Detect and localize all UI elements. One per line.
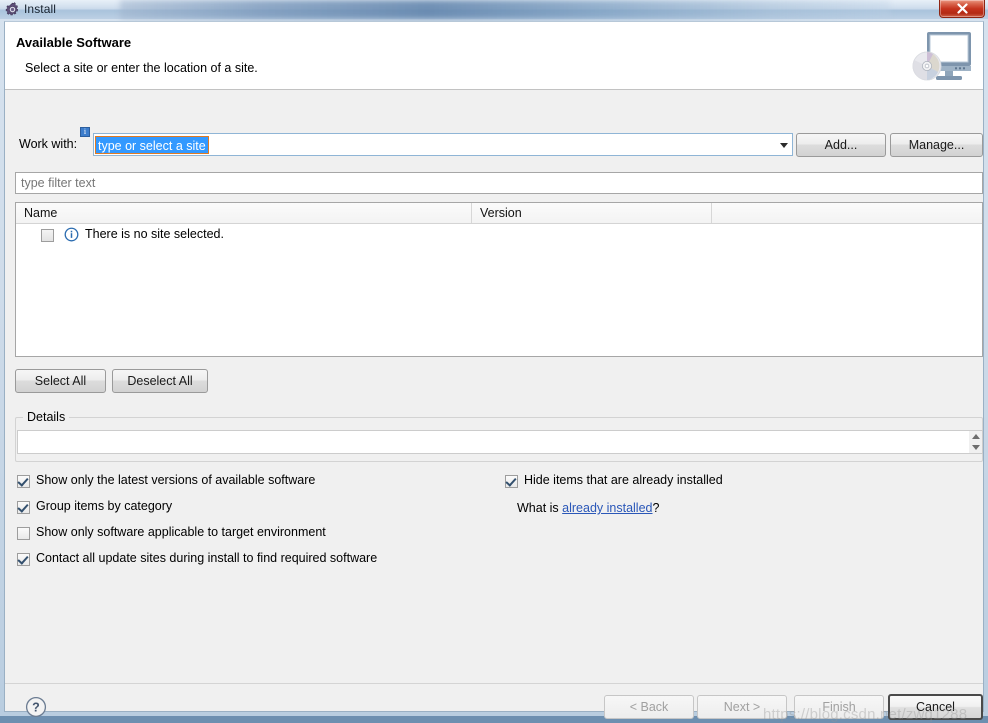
footer-divider [5, 683, 983, 684]
option-label: Show only software applicable to target … [36, 525, 326, 539]
column-header-extra[interactable] [711, 203, 982, 223]
checkbox[interactable] [17, 501, 30, 514]
scroll-down-icon[interactable] [972, 445, 980, 450]
checkbox[interactable] [17, 527, 30, 540]
what-is-prefix: What is [517, 501, 563, 515]
table-header-row: Name Version [16, 203, 982, 224]
monitor-cd-icon [905, 28, 975, 86]
install-dialog-window: Install Available Software Select a site… [0, 0, 988, 723]
help-button[interactable]: ? [25, 696, 47, 718]
back-button[interactable]: < Back [604, 695, 694, 719]
titlebar-blurred-backdrop [120, 0, 890, 19]
row-checkbox[interactable] [41, 229, 54, 242]
close-icon[interactable] [939, 0, 985, 18]
info-badge-icon: i [80, 127, 90, 137]
gear-icon [5, 2, 20, 17]
details-textarea[interactable] [17, 430, 969, 454]
checkbox[interactable] [17, 553, 30, 566]
deselect-all-button[interactable]: Deselect All [112, 369, 208, 393]
svg-text:?: ? [32, 701, 40, 715]
watermark-text: https://blog.csdn.net/zwq1288 [763, 706, 968, 723]
option-label: Show only the latest versions of availab… [36, 473, 316, 487]
work-with-combobox[interactable]: type or select a site [93, 133, 793, 156]
filter-input[interactable]: type filter text [15, 172, 983, 194]
what-is-already-installed: What is already installed? [517, 501, 659, 515]
filter-placeholder: type filter text [21, 176, 96, 190]
option-label: Group items by category [36, 499, 173, 513]
scroll-up-icon[interactable] [972, 434, 980, 439]
dialog-content: Available Software Select a site or ente… [4, 21, 984, 723]
row-name-text: There is no site selected. [85, 227, 224, 241]
details-label: Details [23, 410, 70, 424]
option-label: Contact all update sites during install … [36, 551, 378, 565]
work-with-label: Work with: [19, 137, 78, 151]
details-scrollbar[interactable] [969, 430, 983, 454]
table-row[interactable]: There is no site selected. [16, 224, 982, 246]
column-header-version[interactable]: Version [471, 203, 711, 223]
work-with-selected-text[interactable]: type or select a site [95, 136, 209, 154]
info-circle-icon [64, 227, 79, 242]
page-subtitle: Select a site or enter the location of a… [25, 61, 258, 75]
manage-sites-button[interactable]: Manage... [890, 133, 983, 157]
select-all-button[interactable]: Select All [15, 369, 106, 393]
checkbox[interactable] [17, 475, 30, 488]
already-installed-link[interactable]: already installed [562, 501, 652, 515]
option-label: Hide items that are already installed [524, 473, 723, 487]
column-header-name[interactable]: Name [16, 203, 471, 223]
software-table[interactable]: Name Version There is no site selected. [15, 202, 983, 357]
add-site-button[interactable]: Add... [796, 133, 886, 157]
chevron-down-icon[interactable] [780, 143, 788, 148]
page-title: Available Software [16, 35, 132, 50]
dialog-header: Available Software Select a site or ente… [5, 22, 983, 90]
checkbox[interactable] [505, 475, 518, 488]
window-title: Install [24, 2, 57, 16]
window-titlebar: Install [0, 0, 988, 19]
what-is-suffix: ? [652, 501, 660, 515]
